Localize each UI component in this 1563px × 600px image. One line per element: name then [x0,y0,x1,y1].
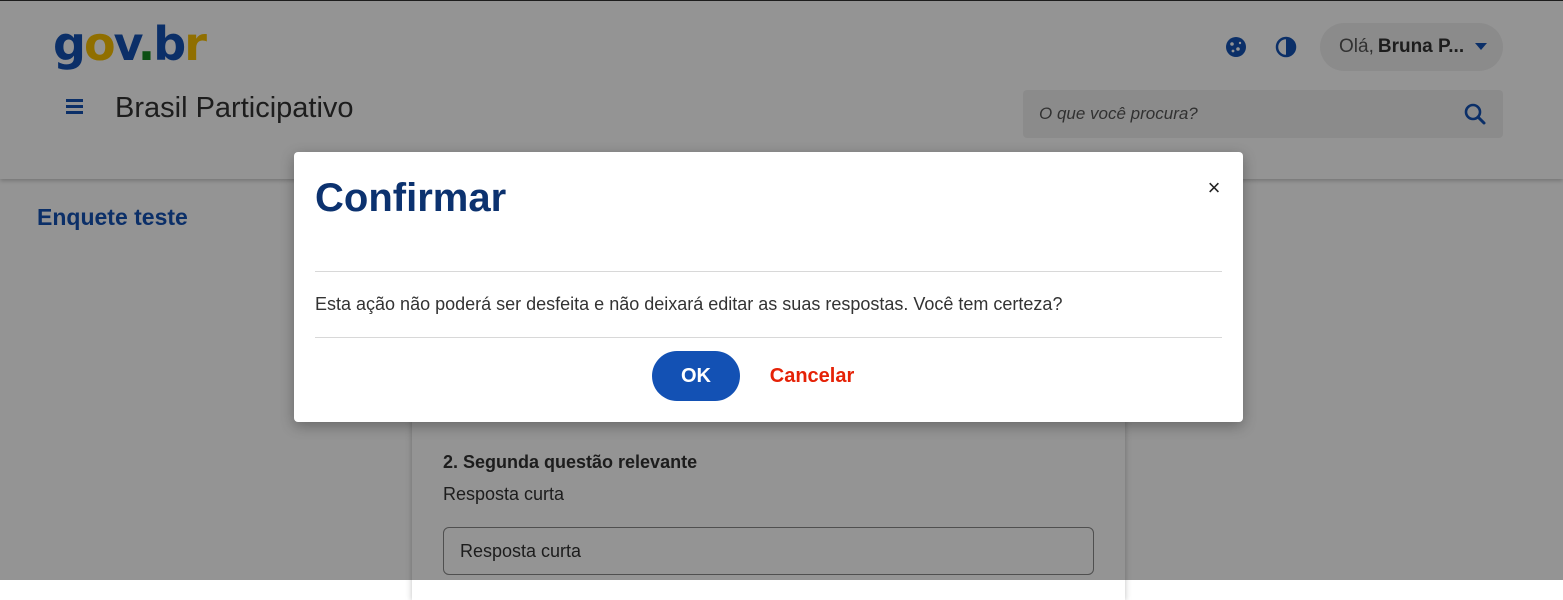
divider [315,271,1222,272]
cancel-button[interactable]: Cancelar [758,351,866,401]
close-icon[interactable]: × [1202,175,1226,200]
dialog-title: Confirmar [315,176,507,220]
dialog-message: Esta ação não poderá ser desfeita e não … [315,294,1063,314]
confirm-dialog: Confirmar × Esta ação não poderá ser des… [294,152,1243,422]
divider [315,337,1222,338]
ok-button[interactable]: OK [652,351,740,401]
